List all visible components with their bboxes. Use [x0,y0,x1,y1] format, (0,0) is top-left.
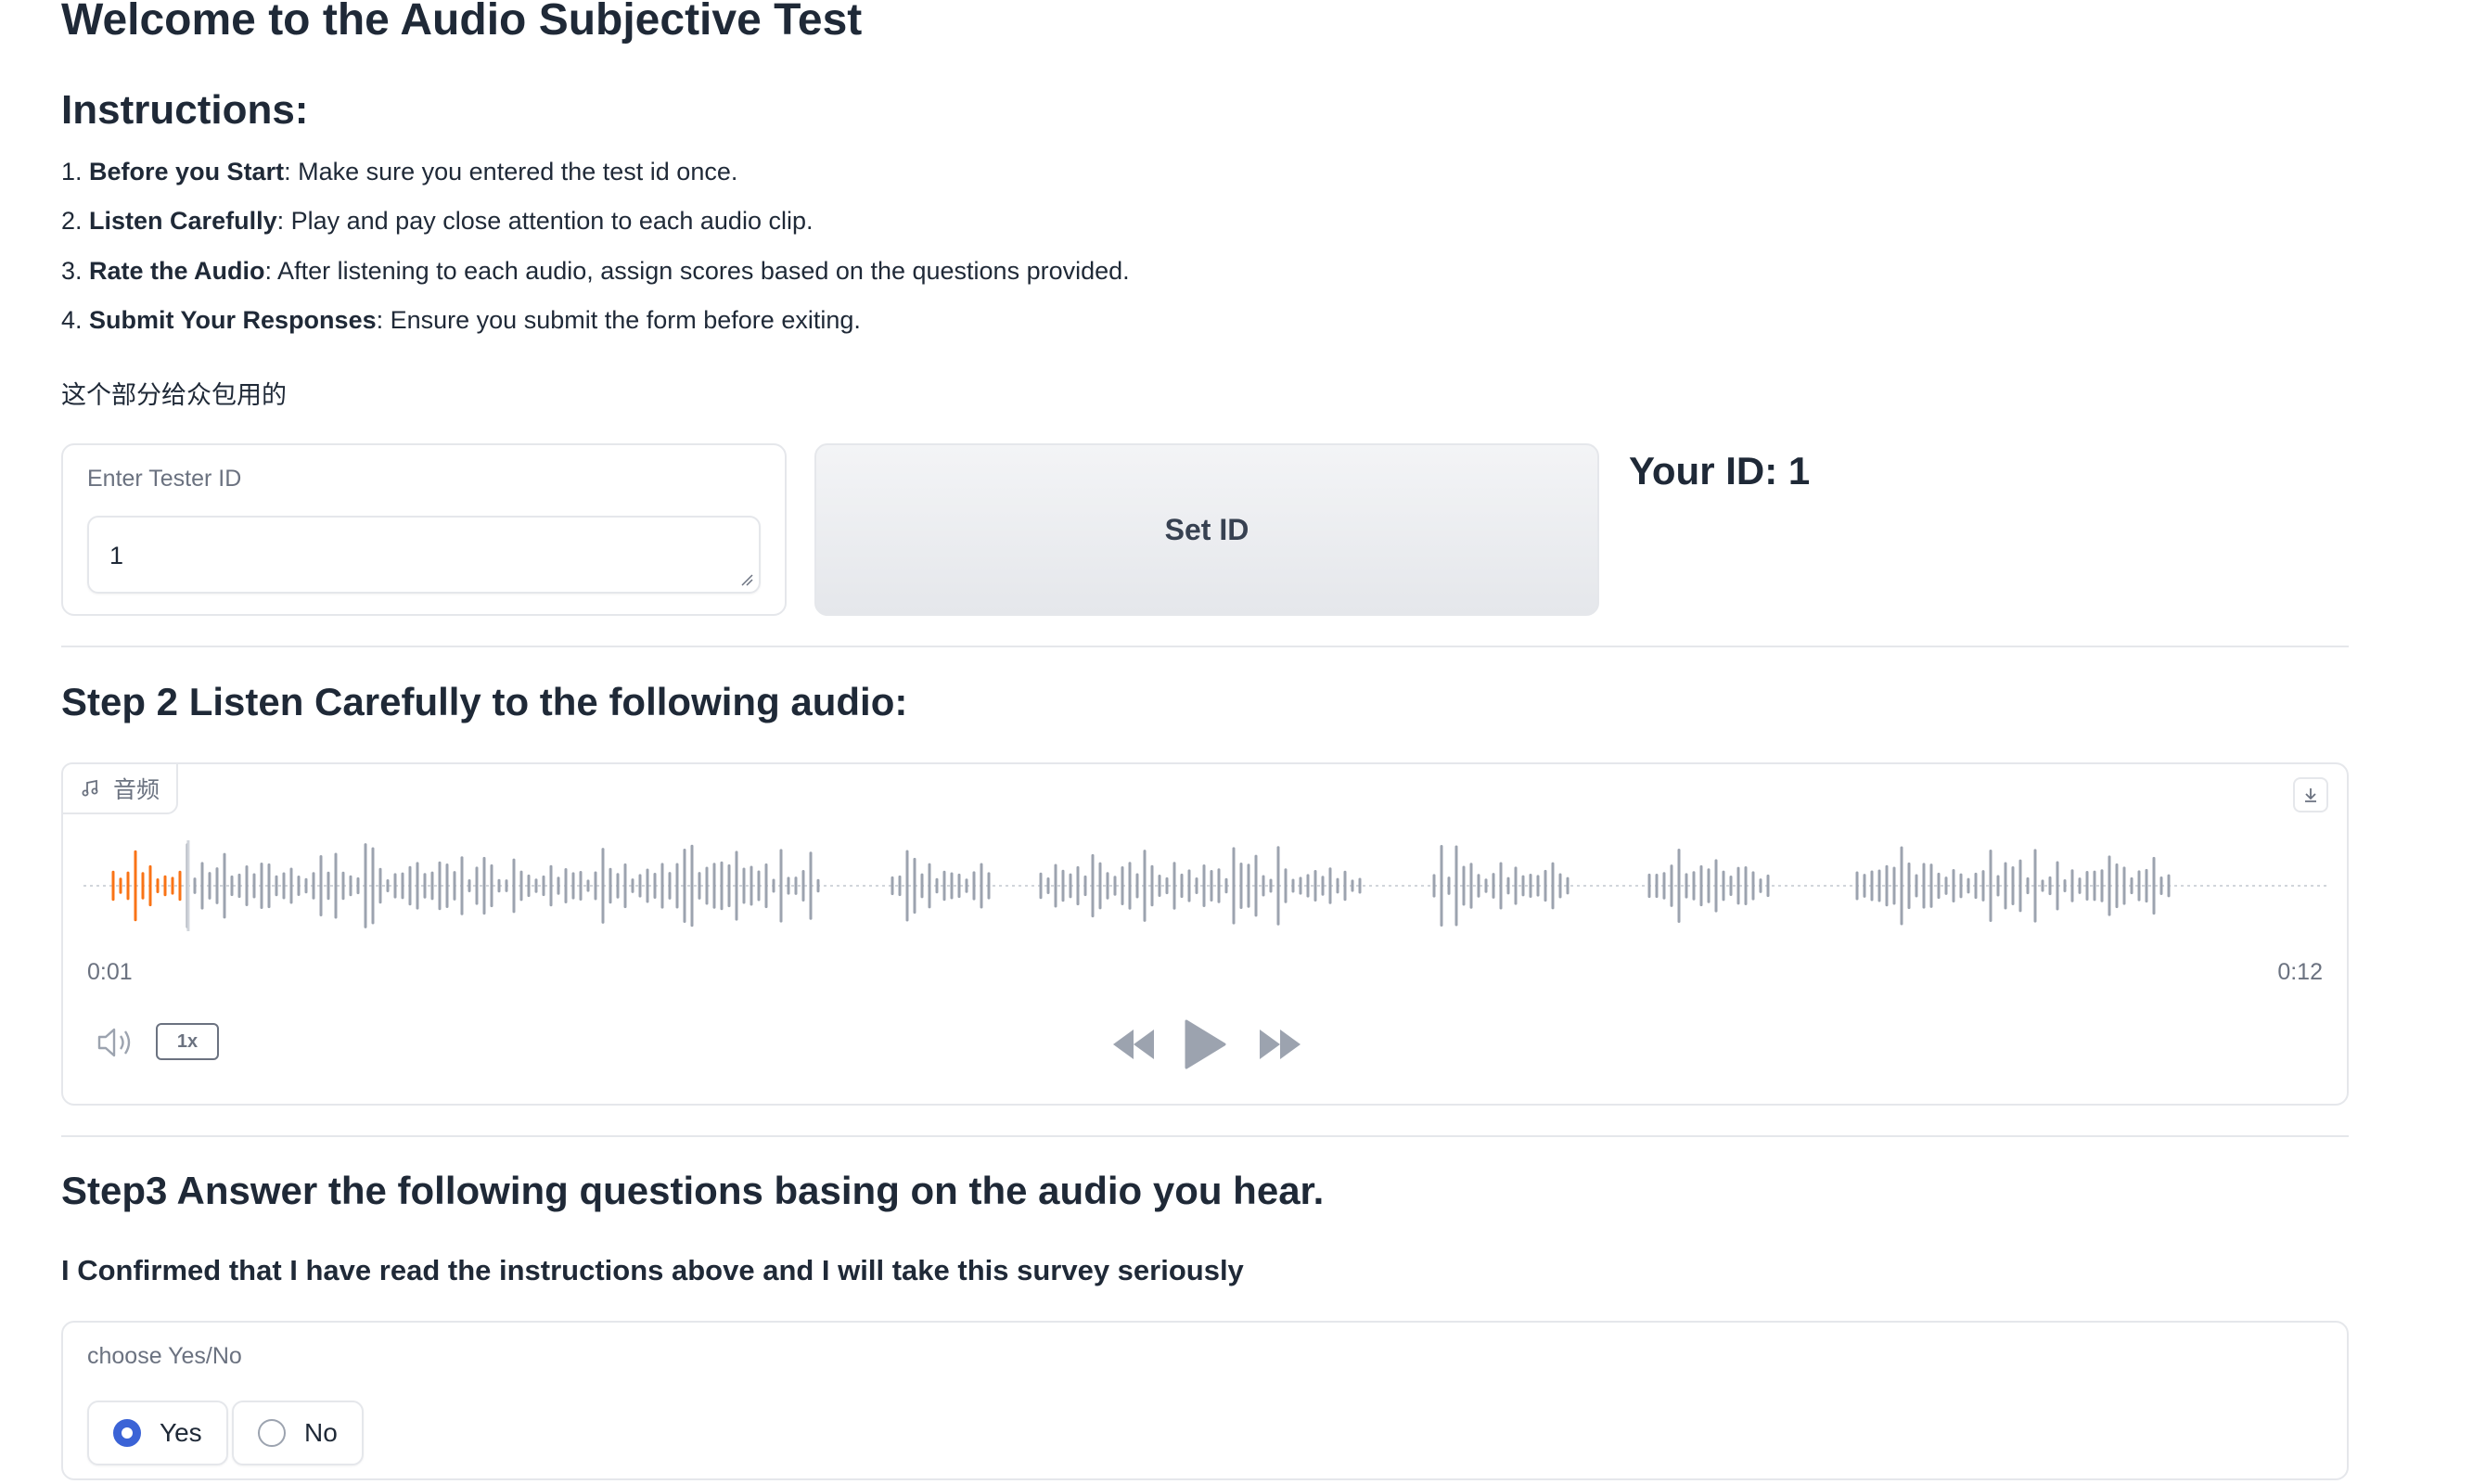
instruction-item: 3. Rate the Audio: After listening to ea… [61,257,1130,286]
duration-time: 0:12 [2277,959,2323,985]
play-icon[interactable] [1184,1018,1226,1070]
download-button[interactable] [2293,777,2328,812]
tester-id-input[interactable]: 1 [87,516,761,594]
instruction-text: : After listening to each audio, assign … [264,257,1130,285]
tester-id-label: Enter Tester ID [87,466,242,492]
instruction-number: 1. [61,158,90,186]
radio-group-label: choose Yes/No [87,1343,242,1369]
radio-selected-icon [113,1419,141,1447]
tester-id-panel: Enter Tester ID 1 [61,443,787,616]
divider [61,646,2349,647]
radio-unselected-icon [258,1419,286,1447]
audio-waveform[interactable] [83,835,2328,937]
instruction-title: Submit Your Responses [89,306,377,334]
audio-label-tag: 音频 [61,762,179,814]
playback-speed-button[interactable]: 1x [156,1023,219,1060]
audio-player: 音频 0:01 0:12 1x [61,762,2349,1106]
instruction-title: Before you Start [89,158,285,186]
resize-handle-icon[interactable] [740,573,753,586]
your-id-display: Your ID: 1 [1629,449,1811,493]
audio-label-text: 音频 [113,777,160,803]
instruction-item: 2. Listen Carefully: Play and pay close … [61,207,813,236]
instruction-item: 4. Submit Your Responses: Ensure you sub… [61,306,861,335]
yes-no-radio-group: choose Yes/No Yes No [61,1321,2349,1480]
instruction-number: 3. [61,257,90,285]
instruction-text: : Ensure you submit the form before exit… [376,306,861,334]
volume-icon[interactable] [96,1024,137,1061]
download-icon [2305,788,2316,802]
page-title: Welcome to the Audio Subjective Test [61,0,863,45]
music-note-icon [82,779,98,797]
instruction-title: Listen Carefully [89,207,277,235]
instruction-item: 1. Before you Start: Make sure you enter… [61,158,737,186]
rewind-icon[interactable] [1111,1028,1158,1061]
current-time: 0:01 [87,959,133,985]
set-id-button[interactable]: Set ID [814,443,1599,616]
radio-option-label: Yes [160,1418,202,1447]
step3-heading: Step3 Answer the following questions bas… [61,1169,1325,1212]
instruction-text: : Make sure you entered the test id once… [284,158,738,186]
radio-option-label: No [304,1418,338,1447]
divider [61,1135,2349,1137]
radio-option-no[interactable]: No [232,1401,364,1465]
instruction-number: 2. [61,207,90,235]
radio-option-yes[interactable]: Yes [87,1401,228,1465]
instruction-text: : Play and pay close attention to each a… [276,207,814,235]
instruction-title: Rate the Audio [89,257,265,285]
fast-forward-icon[interactable] [1256,1028,1302,1061]
instruction-number: 4. [61,306,90,334]
crowdsource-note: 这个部分给众包用的 [61,381,287,409]
instructions-heading: Instructions: [61,87,309,133]
confirmation-question: I Confirmed that I have read the instruc… [61,1254,1244,1286]
step2-heading: Step 2 Listen Carefully to the following… [61,680,908,723]
